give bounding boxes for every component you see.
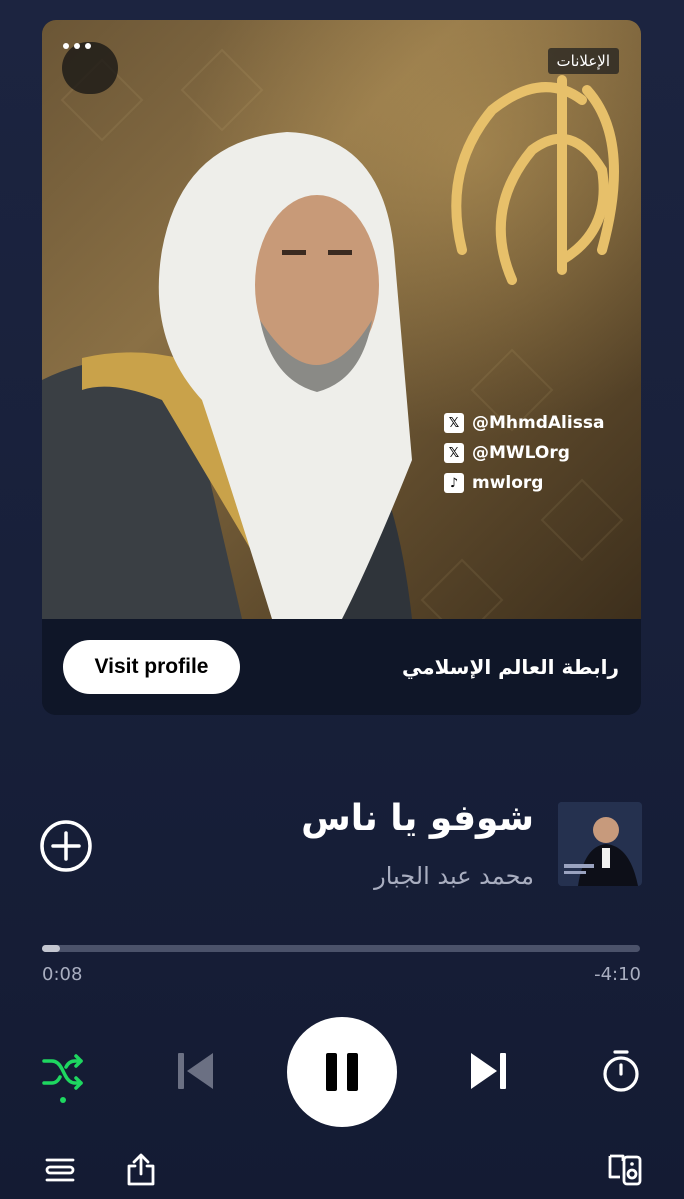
social-row-x-2: 𝕏 @MWLOrg: [444, 438, 604, 468]
pause-button[interactable]: [287, 1017, 397, 1127]
social-handle: mwlorg: [472, 473, 544, 493]
skip-previous-icon: [178, 1053, 213, 1089]
ad-image: الإعلانات 𝕏 @MhmdAlissa 𝕏 @MWLOrg ♪ mwlo…: [42, 20, 641, 619]
ad-footer: Visit profile رابطة العالم الإسلامي: [42, 619, 641, 715]
plus-circle-icon: [40, 820, 92, 872]
tiktok-icon: ♪: [444, 473, 464, 493]
progress-bar[interactable]: [42, 945, 640, 952]
devices-icon: [608, 1154, 642, 1186]
visit-profile-button[interactable]: Visit profile: [63, 640, 240, 694]
social-row-x-1: 𝕏 @MhmdAlissa: [444, 408, 604, 438]
remaining-time: -4:10: [594, 964, 641, 985]
queue-button[interactable]: [44, 1154, 76, 1186]
skip-next-icon: [471, 1053, 506, 1089]
queue-icon: [45, 1158, 75, 1182]
social-row-tiktok: ♪ mwlorg: [444, 468, 604, 498]
shuffle-active-dot: [60, 1097, 66, 1103]
sleep-timer-button[interactable]: [600, 1049, 642, 1093]
elapsed-time: 0:08: [42, 964, 83, 985]
x-icon: 𝕏: [444, 443, 464, 463]
more-icon: [63, 43, 91, 49]
track-artwork[interactable]: [558, 802, 642, 886]
ad-artwork: [42, 48, 624, 619]
share-button[interactable]: [124, 1152, 158, 1188]
connect-device-button[interactable]: [606, 1152, 644, 1188]
social-handle: @MhmdAlissa: [472, 413, 605, 433]
previous-button[interactable]: [173, 1050, 217, 1092]
ad-sponsor-name[interactable]: رابطة العالم الإسلامي: [402, 655, 619, 679]
social-handle: @MWLOrg: [472, 443, 570, 463]
share-icon: [127, 1153, 155, 1186]
shuffle-icon: [42, 1054, 83, 1090]
timer-icon: [603, 1050, 639, 1092]
more-options-button[interactable]: [62, 42, 118, 94]
ad-badge: الإعلانات: [547, 48, 619, 74]
next-button[interactable]: [467, 1050, 511, 1092]
progress-fill: [42, 945, 60, 952]
pause-icon: [326, 1053, 358, 1091]
x-icon: 𝕏: [444, 413, 464, 433]
shuffle-button[interactable]: [40, 1052, 86, 1092]
ad-card[interactable]: الإعلانات 𝕏 @MhmdAlissa 𝕏 @MWLOrg ♪ mwlo…: [42, 20, 641, 715]
track-artist[interactable]: محمد عبد الجبار: [374, 862, 534, 890]
track-title[interactable]: شوفو يا ناس: [301, 798, 534, 839]
add-to-library-button[interactable]: [40, 820, 92, 872]
social-handles: 𝕏 @MhmdAlissa 𝕏 @MWLOrg ♪ mwlorg: [444, 408, 604, 498]
album-cover: [558, 802, 642, 886]
